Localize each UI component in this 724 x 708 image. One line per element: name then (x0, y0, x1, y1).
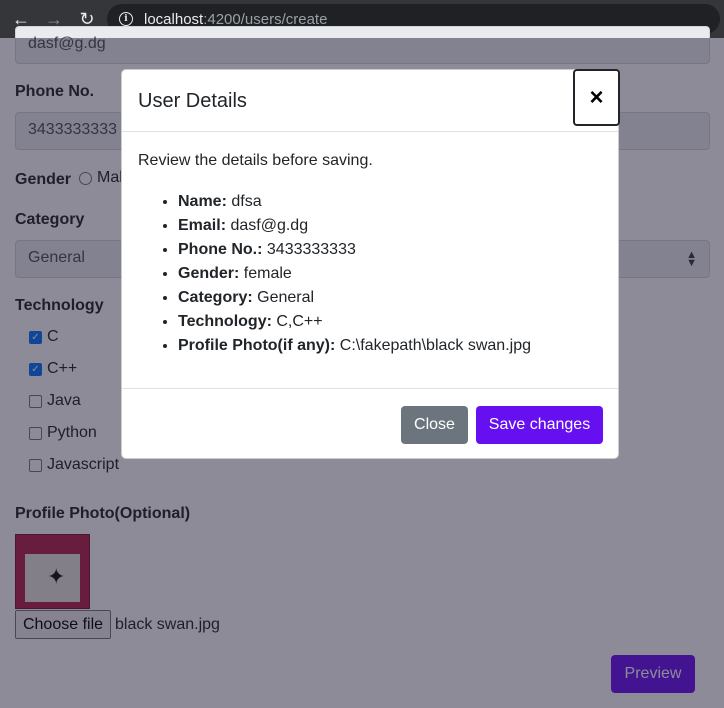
user-details-modal: User Details × Review the details before… (121, 69, 620, 459)
detail-item: Phone No.: 3433333333 (178, 238, 602, 262)
modal-title: User Details (138, 90, 247, 112)
modal-footer: Close Save changes (122, 388, 618, 459)
detail-value: C:\fakepath\black swan.jpg (339, 337, 531, 354)
detail-key: Category: (178, 289, 253, 306)
detail-item: Profile Photo(if any): C:\fakepath\black… (178, 334, 602, 358)
detail-key: Phone No.: (178, 241, 263, 258)
detail-value: 3433333333 (266, 241, 356, 258)
url-path: :4200/users/create (203, 10, 328, 28)
info-icon[interactable]: i (119, 12, 133, 26)
detail-key: Technology: (178, 313, 272, 330)
modal-intro: Review the details before saving. (138, 152, 373, 169)
url-text: localhost:4200/users/create (144, 11, 327, 28)
detail-item: Email: dasf@g.dg (178, 214, 602, 238)
detail-item: Category: General (178, 286, 602, 310)
detail-value: C,C++ (276, 313, 323, 330)
detail-value: dasf@g.dg (230, 217, 309, 234)
detail-item: Name: dfsa (178, 190, 602, 214)
detail-key: Profile Photo(if any): (178, 337, 336, 354)
detail-value: General (257, 289, 315, 306)
detail-item: Technology: C,C++ (178, 310, 602, 334)
detail-key: Email: (178, 217, 227, 234)
url-host: localhost (144, 10, 204, 28)
close-icon[interactable]: × (573, 69, 620, 126)
save-changes-button[interactable]: Save changes (476, 406, 603, 444)
detail-key: Name: (178, 193, 227, 210)
detail-item: Gender: female (178, 262, 602, 286)
detail-key: Gender: (178, 265, 240, 282)
modal-header: User Details × (122, 69, 620, 132)
detail-value: dfsa (231, 193, 262, 210)
detail-value: female (243, 265, 292, 282)
modal-body: Review the details before saving. Name: … (122, 132, 618, 358)
details-list: Name: dfsa Email: dasf@g.dg Phone No.: 3… (162, 190, 602, 358)
close-button[interactable]: Close (401, 406, 468, 444)
